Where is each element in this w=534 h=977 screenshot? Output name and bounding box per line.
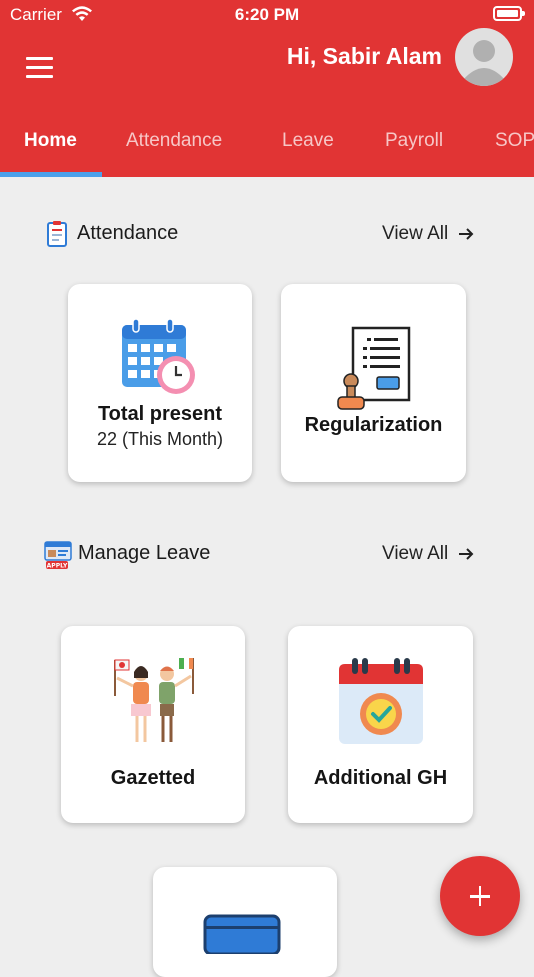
battery-icon — [493, 6, 525, 21]
app-header: Carrier 6:20 PM Hi, Sabir Alam Home Atte… — [0, 0, 534, 177]
total-present-card[interactable]: Total present 22 (This Month) — [68, 284, 252, 482]
gazetted-card[interactable]: Gazetted — [61, 626, 245, 823]
arrow-right-icon — [459, 228, 474, 240]
greeting-text: Hi, Sabir Alam — [286, 43, 442, 69]
view-all-label: View All — [382, 223, 449, 244]
attendance-section-title: Attendance — [77, 222, 179, 244]
active-tab-indicator — [0, 172, 102, 177]
clipboard-icon — [47, 221, 67, 247]
tab-payroll[interactable]: Payroll — [385, 130, 443, 152]
total-present-value: 22 (This Month) — [96, 429, 224, 449]
attendance-view-all-link[interactable]: View All — [382, 223, 474, 245]
calendar-clock-icon — [122, 318, 195, 394]
regularization-card[interactable]: Regularization — [281, 284, 466, 482]
tab-sop[interactable]: SOP — [495, 130, 534, 152]
tab-bar: Home Attendance Leave Payroll SOP — [0, 118, 534, 177]
clock: 6:20 PM — [234, 5, 300, 24]
book-icon — [203, 914, 281, 954]
additional-gh-label: Additional GH — [313, 767, 448, 789]
view-all-label: View All — [382, 543, 449, 564]
tab-leave[interactable]: Leave — [282, 130, 334, 152]
leave-view-all-link[interactable]: View All — [382, 543, 474, 565]
status-bar: Carrier 6:20 PM — [0, 0, 534, 30]
regularization-label: Regularization — [304, 414, 443, 436]
document-stamp-icon — [337, 326, 411, 410]
user-icon — [463, 40, 505, 86]
gazetted-label: Gazetted — [110, 767, 196, 789]
arrow-right-icon — [459, 548, 474, 560]
total-present-label: Total present — [97, 403, 223, 425]
manage-leave-section-title: Manage Leave — [78, 542, 211, 564]
tab-home[interactable]: Home — [24, 130, 77, 152]
people-flags-icon — [114, 658, 194, 742]
additional-gh-card[interactable]: Additional GH — [288, 626, 473, 823]
avatar[interactable] — [455, 28, 513, 86]
hamburger-menu-icon[interactable] — [26, 57, 53, 79]
tab-attendance[interactable]: Attendance — [126, 130, 222, 152]
add-fab-button[interactable] — [440, 856, 520, 936]
leave-application-icon: APPLY — [44, 541, 72, 570]
calendar-check-icon — [339, 658, 423, 744]
leave-card-partial[interactable] — [153, 867, 337, 977]
svg-text:APPLY: APPLY — [47, 563, 68, 570]
